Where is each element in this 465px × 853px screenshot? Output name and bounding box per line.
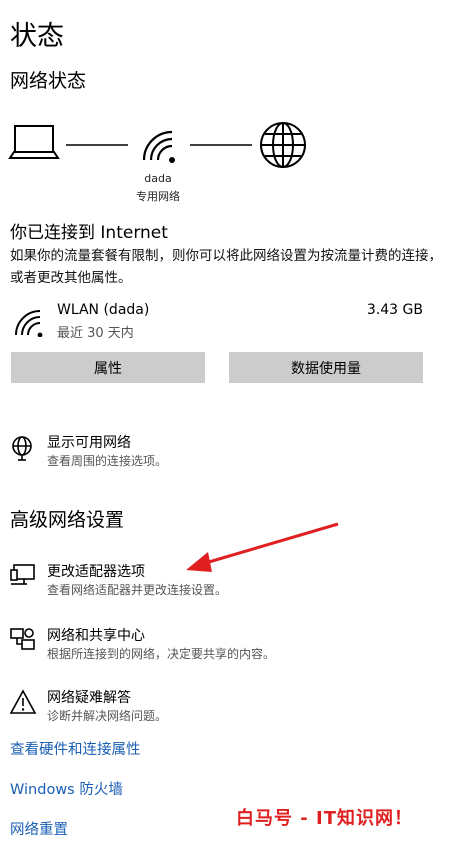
adapter-name: WLAN (dada) [57, 302, 150, 318]
hardware-properties-link[interactable]: 查看硬件和连接属性 [10, 738, 141, 759]
network-name-label: dada [144, 172, 172, 185]
show-networks-subtitle: 查看周围的连接选项。 [47, 454, 168, 468]
usage-period: 最近 30 天内 [57, 326, 134, 341]
watermark: 白马号 - IT知识网！ [236, 808, 413, 829]
data-usage-button[interactable]: 数据使用量 [229, 352, 423, 383]
advanced-item-title: 网络和共享中心 [47, 628, 145, 644]
wifi-icon [15, 310, 43, 337]
network-status-heading: 网络状态 [10, 70, 87, 92]
annotation-arrow [186, 522, 339, 572]
network-type-label: 专用网络 [136, 190, 180, 203]
show-networks-title: 显示可用网络 [47, 435, 131, 451]
windows-firewall-link[interactable]: Windows 防火墙 [10, 778, 123, 799]
network-troubleshooter[interactable]: 网络疑难解答 诊断并解决网络问题。 [0, 684, 300, 724]
advanced-item-title: 更改适配器选项 [47, 564, 145, 580]
warning-icon [9, 689, 37, 714]
sharing-center-icon [10, 628, 35, 650]
data-usage-value: 3.43 GB [366, 302, 423, 318]
advanced-heading: 高级网络设置 [10, 509, 125, 531]
advanced-item-subtitle: 查看网络适配器并更改连接设置。 [47, 583, 228, 597]
adapter-icon [10, 564, 35, 585]
show-networks-option[interactable]: 显示可用网络 查看周围的连接选项。 [0, 430, 300, 470]
connection-title: 你已连接到 Internet [10, 223, 168, 243]
connection-description: 如果你的流量套餐有限制，则你可以将此网络设置为按流量计费的连接，或者更改其他属性… [10, 248, 442, 286]
advanced-item-title: 网络疑难解答 [47, 690, 131, 706]
advanced-item-subtitle: 根据所连接到的网络，决定要共享的内容。 [47, 647, 276, 661]
network-sharing-center[interactable]: 网络和共享中心 根据所连接到的网络，决定要共享的内容。 [0, 622, 330, 662]
wifi-icon [142, 130, 175, 163]
globe-icon [260, 122, 306, 168]
network-reset-link[interactable]: 网络重置 [10, 818, 68, 839]
advanced-item-subtitle: 诊断并解决网络问题。 [47, 709, 168, 723]
page-title: 状态 [10, 21, 64, 52]
laptop-icon [8, 125, 60, 159]
network-diagram [8, 122, 306, 168]
network-list-icon [12, 436, 32, 461]
properties-button[interactable]: 属性 [11, 352, 205, 383]
